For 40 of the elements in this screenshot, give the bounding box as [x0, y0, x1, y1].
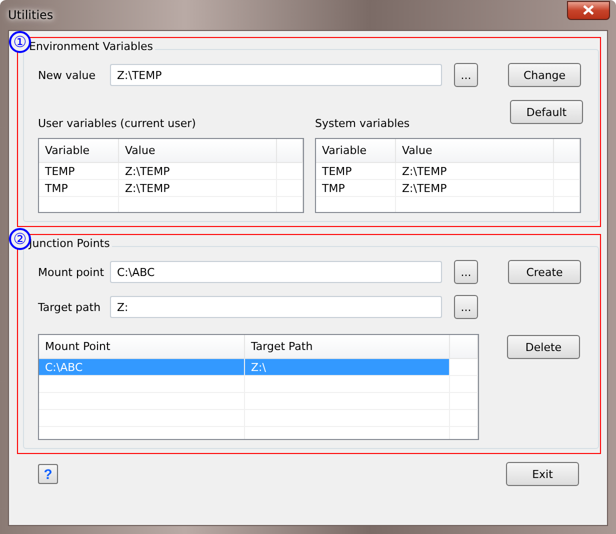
text-field[interactable]: Z:\TEMP [110, 64, 442, 86]
group-title: Environment Variables [28, 40, 156, 53]
circled-number: ① [9, 31, 31, 53]
window-title: Utilities [8, 8, 54, 22]
table-cell[interactable]: TMP [39, 180, 119, 196]
change-button[interactable]: Change [508, 63, 581, 87]
text-field[interactable]: C:\ABC [110, 261, 442, 283]
table-cell[interactable]: TEMP [316, 163, 396, 179]
list-title: User variables (current user) [38, 117, 197, 132]
table-cell[interactable]: Z:\TEMP [119, 180, 277, 196]
column-header[interactable]: Value [119, 139, 277, 162]
close-button[interactable] [567, 0, 610, 20]
variables-list[interactable]: Variable Value TEMP Z:\TEMP TMP Z:\TEMP [315, 138, 581, 213]
table-cell[interactable]: TEMP [39, 163, 119, 179]
group-title: Junction Points [28, 237, 112, 250]
help-button[interactable]: ? [38, 464, 58, 484]
browse-button[interactable]: ... [454, 63, 478, 87]
table-cell[interactable]: Z:\TEMP [119, 163, 277, 179]
browse-button[interactable]: ... [454, 295, 478, 319]
junction-list[interactable]: Mount Point Target Path C:\ABC Z:\ [38, 334, 479, 440]
table-cell[interactable]: Z:\TEMP [396, 180, 554, 196]
field-label: Mount point [38, 266, 106, 278]
close-icon [583, 5, 594, 15]
table-cell[interactable]: Z:\TEMP [396, 163, 554, 179]
column-header[interactable]: Variable [39, 139, 119, 162]
default-button[interactable]: Default [510, 100, 583, 124]
browse-button[interactable]: ... [454, 260, 478, 284]
variables-list[interactable]: Variable Value TEMP Z:\TEMP TMP Z:\TEMP [38, 138, 304, 213]
field-label: New value [38, 68, 97, 82]
column-header[interactable]: Value [396, 139, 554, 162]
column-header[interactable]: Target Path [245, 335, 450, 358]
create-button[interactable]: Create [508, 260, 581, 284]
list-title: System variables [315, 117, 411, 132]
exit-button[interactable]: Exit [506, 462, 579, 486]
text-field[interactable]: Z: [110, 296, 442, 318]
column-header[interactable]: Mount Point [39, 335, 245, 358]
field-label: Target path [38, 300, 102, 314]
table-cell[interactable]: TMP [316, 180, 396, 196]
delete-button[interactable]: Delete [507, 335, 580, 359]
column-header[interactable]: Variable [316, 139, 396, 162]
